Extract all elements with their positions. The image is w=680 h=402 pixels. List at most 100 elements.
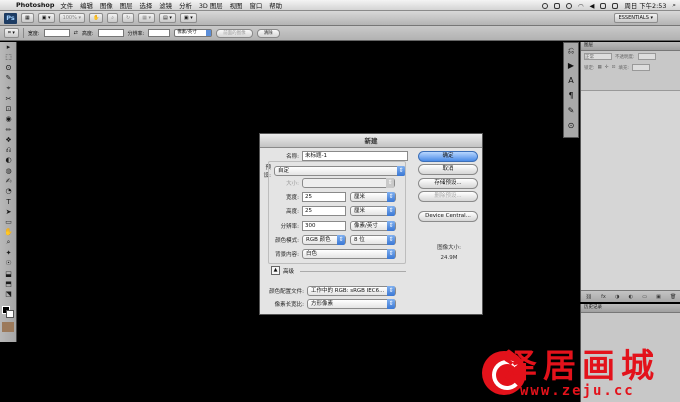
background-select[interactable]: 白色 <box>302 249 396 259</box>
path-selection-tool-icon[interactable]: ➤ <box>0 207 17 217</box>
menu-image[interactable]: 图像 <box>100 1 113 10</box>
grid-button[interactable]: ▦ ▾ <box>138 13 156 23</box>
zoom-tool-icon[interactable]: ☉ <box>0 258 17 268</box>
menu-file[interactable]: 文件 <box>60 1 73 10</box>
battery-icon[interactable] <box>600 2 607 9</box>
marquee-tool-icon[interactable]: ⬚ <box>0 52 17 62</box>
hand-tool-icon[interactable]: ✦ <box>0 248 17 258</box>
tab-layers[interactable]: 图层 <box>581 42 680 51</box>
link-layers-icon[interactable]: ⛓ <box>586 294 592 300</box>
bluetooth-icon[interactable] <box>553 2 560 9</box>
rotate-view-button[interactable]: ↻ <box>122 13 135 23</box>
crop-height-input[interactable] <box>97 29 124 37</box>
lasso-tool-icon[interactable]: ʘ <box>0 63 17 73</box>
menu-window[interactable]: 窗口 <box>249 1 262 10</box>
menu-select[interactable]: 选择 <box>140 1 153 10</box>
crop-width-input[interactable] <box>43 29 70 37</box>
width-input[interactable]: 25 <box>302 192 346 202</box>
clone-stamp-tool-icon[interactable]: ✏ <box>0 124 17 134</box>
app-menu[interactable]: Photoshop <box>16 1 54 9</box>
device-central-button[interactable]: Device Central... <box>418 211 478 222</box>
menu-edit[interactable]: 编辑 <box>80 1 93 10</box>
blur-tool-icon[interactable]: ◍ <box>0 166 17 176</box>
3d-rotate-tool-icon[interactable]: ✋ <box>0 227 17 237</box>
opacity-input[interactable] <box>637 53 656 60</box>
clear-button[interactable]: 清除 <box>256 28 280 38</box>
hand-tool-button[interactable]: ✋ <box>88 13 104 23</box>
ok-button[interactable]: 确定 <box>418 151 478 162</box>
layer-mask-icon[interactable]: ◑ <box>615 294 619 300</box>
bit-depth-select[interactable]: 8 位 <box>350 235 396 245</box>
clone-source-panel-icon[interactable]: ⊙ <box>564 118 578 133</box>
spot-healing-tool-icon[interactable]: ⊡ <box>0 104 17 114</box>
crop-resolution-input[interactable] <box>148 29 171 37</box>
crop-tool-preset-icon[interactable]: ⌗ ▾ <box>4 28 19 38</box>
brush-tool-icon[interactable]: ◉ <box>0 114 17 124</box>
advanced-toggle[interactable]: ▲ <box>271 266 280 275</box>
adjustment-layer-icon[interactable]: ◐ <box>629 294 633 300</box>
blend-mode-select[interactable]: 正常 <box>584 53 612 60</box>
character-panel-icon[interactable]: A <box>564 73 578 88</box>
brushes-panel-icon[interactable]: ✎ <box>564 103 578 118</box>
sync-icon[interactable] <box>541 2 548 9</box>
history-panel-icon[interactable]: ⎌ <box>564 43 578 58</box>
zoom-select[interactable]: 100% ▾ <box>58 13 85 23</box>
quick-mask-icon[interactable]: ⬒ <box>0 279 17 289</box>
layers-list[interactable] <box>581 90 680 290</box>
color-swatch[interactable] <box>2 322 14 332</box>
menu-view[interactable]: 视图 <box>230 1 243 10</box>
pixel-aspect-select[interactable]: 方形像素 <box>307 299 396 309</box>
resolution-unit-select[interactable]: 像素/英寸 <box>174 29 213 37</box>
resolution-unit-select[interactable]: 像素/英寸 <box>350 221 396 231</box>
name-input[interactable]: 未标题-1 <box>302 151 408 161</box>
screen-mode-button[interactable]: ▣ ▾ <box>179 13 197 23</box>
eraser-tool-icon[interactable]: ⎌ <box>0 145 17 155</box>
move-tool-icon[interactable]: ▸ <box>0 42 17 52</box>
zoom-tool-button[interactable]: ⌕ <box>107 13 119 23</box>
flag-icon[interactable] <box>612 2 619 9</box>
new-layer-icon[interactable]: ▣ <box>656 294 661 300</box>
lock-pixels-icon[interactable]: ▦ <box>598 65 602 70</box>
minibridge-button[interactable]: ▣ ▾ <box>37 13 55 23</box>
paragraph-panel-icon[interactable]: ¶ <box>564 88 578 103</box>
arrange-documents-button[interactable]: ▤ ▾ <box>159 13 176 23</box>
pen-tool-icon[interactable]: ◔ <box>0 186 17 196</box>
lock-position-icon[interactable]: ✢ <box>605 65 609 70</box>
3d-orbit-tool-icon[interactable]: ⌕ <box>0 238 17 248</box>
menu-filter[interactable]: 滤镜 <box>159 1 172 10</box>
cancel-button[interactable]: 取消 <box>418 164 478 175</box>
dodge-tool-icon[interactable]: ✍ <box>0 176 17 186</box>
menu-help[interactable]: 帮助 <box>269 1 282 10</box>
layer-style-icon[interactable]: fx <box>601 294 606 300</box>
time-machine-icon[interactable] <box>565 2 572 9</box>
new-group-icon[interactable]: ▭ <box>642 294 647 300</box>
tab-history[interactable]: 历史记录 <box>581 304 680 313</box>
eyedropper-tool-icon[interactable]: ✂ <box>0 93 17 103</box>
swap-icon[interactable]: ⇄ <box>74 30 78 36</box>
height-input[interactable]: 25 <box>302 206 346 216</box>
screen-mode-icon[interactable]: ⬔ <box>0 289 17 299</box>
width-unit-select[interactable]: 厘米 <box>350 192 396 202</box>
color-mode-select[interactable]: RGB 颜色 <box>302 235 346 245</box>
fill-input[interactable] <box>631 64 650 71</box>
front-image-button[interactable]: 前面的图像 <box>216 28 253 38</box>
shape-tool-icon[interactable]: ▭ <box>0 217 17 227</box>
delete-layer-icon[interactable]: 🗑 <box>670 294 676 300</box>
spotlight-icon[interactable]: ⌕ <box>672 1 676 10</box>
volume-icon[interactable]: ◀ <box>590 2 595 10</box>
size-select[interactable] <box>302 178 395 188</box>
clock[interactable]: 周日 下午2:53 <box>624 1 666 10</box>
menu-layer[interactable]: 图层 <box>120 1 133 10</box>
wifi-icon[interactable]: ◠ <box>578 2 584 10</box>
quick-select-tool-icon[interactable]: ✎ <box>0 73 17 83</box>
background-color-swatch[interactable] <box>6 310 14 318</box>
delete-preset-button[interactable]: 删除预设... <box>418 191 478 202</box>
menu-analysis[interactable]: 分析 <box>179 1 192 10</box>
actions-panel-icon[interactable]: ▶ <box>564 58 578 73</box>
lock-all-icon[interactable]: ⊡ <box>612 65 616 70</box>
color-profile-select[interactable]: 工作中的 RGB: sRGB IEC6... <box>307 286 396 296</box>
save-preset-button[interactable]: 存储预设... <box>418 178 478 189</box>
gradient-tool-icon[interactable]: ◐ <box>0 155 17 165</box>
menu-3d[interactable]: 3D 图层 <box>199 1 223 10</box>
bridge-button[interactable]: ▦ <box>21 13 34 23</box>
